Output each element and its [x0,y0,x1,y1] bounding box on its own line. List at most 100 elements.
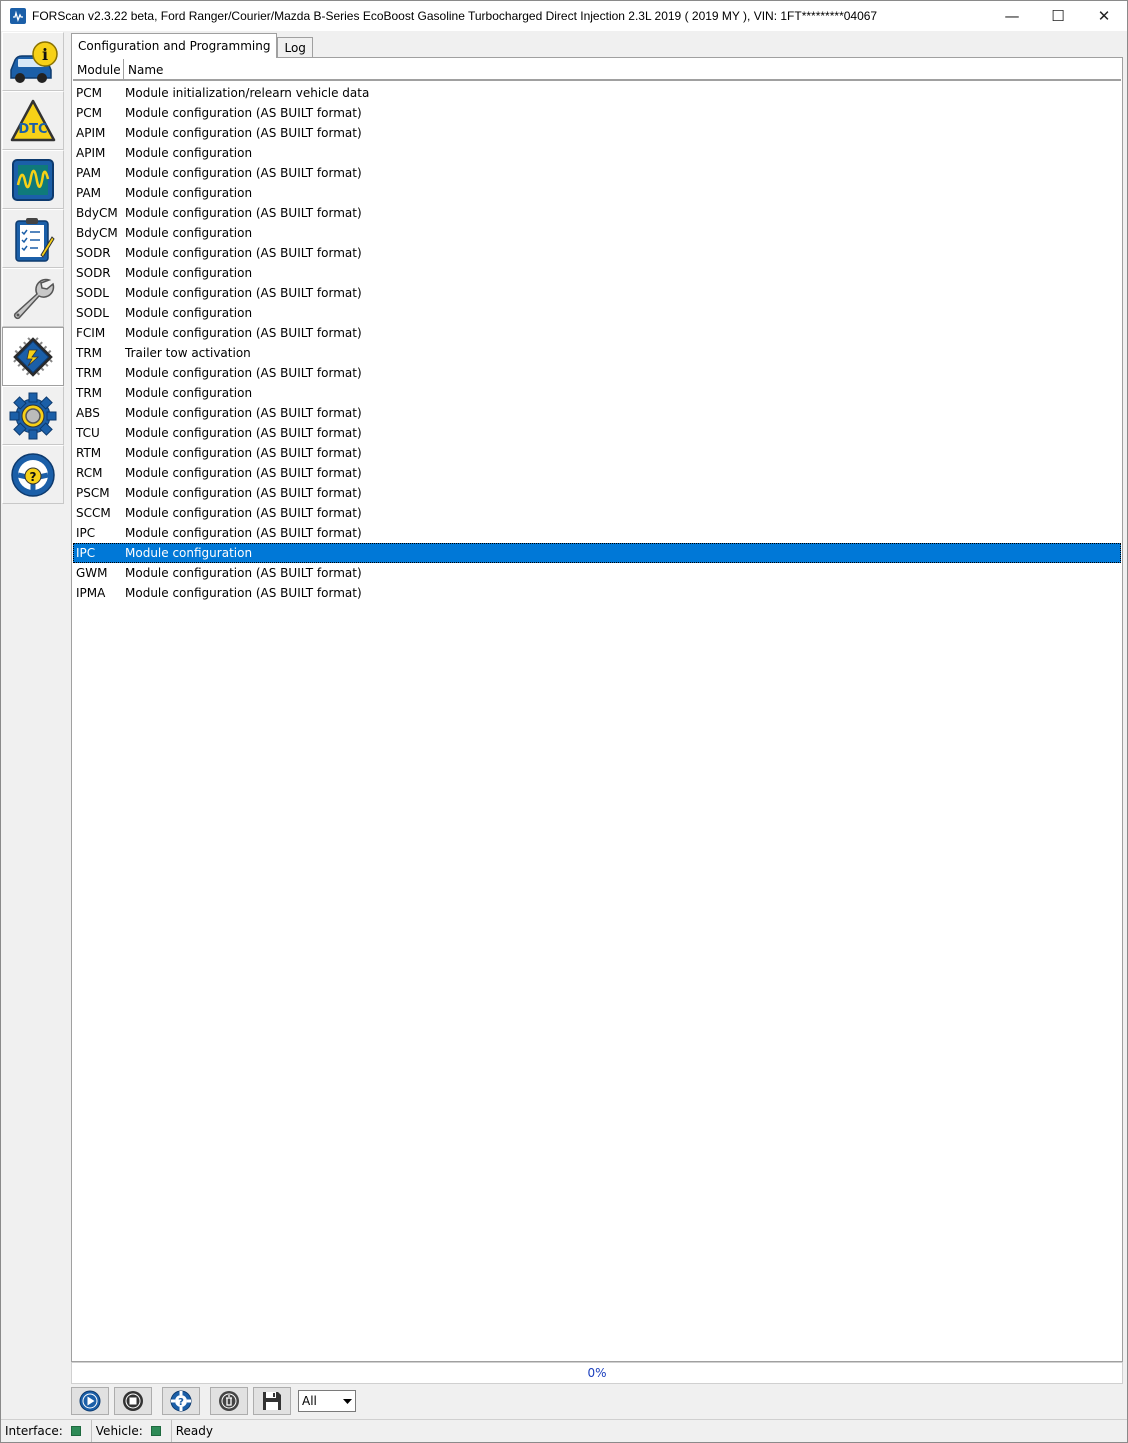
cell-module: PAM [76,166,102,180]
svg-text:DTC: DTC [18,122,47,137]
cell-name: Module configuration (AS BUILT format) [125,566,362,580]
filter-select[interactable]: All [298,1390,356,1412]
help-lifebuoy-icon: ? [170,1390,192,1412]
cell-module: SODL [76,306,109,320]
column-header-module[interactable]: Module [73,59,124,81]
cell-name: Module configuration (AS BUILT format) [125,246,362,260]
table-row[interactable]: SODL Module configuration (AS BUILT forma… [73,283,1121,303]
table-row[interactable]: ABS Module configuration (AS BUILT format… [73,403,1121,423]
stop-button[interactable] [114,1387,152,1415]
maximize-button[interactable]: ☐ [1035,1,1081,31]
cell-name: Module configuration (AS BUILT format) [125,586,362,600]
table-row[interactable]: APIM Module configuration (AS BUILT forma… [73,123,1121,143]
table-row[interactable]: IPC Module configuration (AS BUILT format… [73,523,1121,543]
status-text: Ready [175,1424,214,1438]
cell-name: Module configuration (AS BUILT format) [125,106,362,120]
progress-bar: 0% [71,1362,1123,1384]
sidebar: i DTC ? [2,32,64,504]
table-row[interactable]: PCM Module initialization/relearn vehicle… [73,83,1121,103]
table-row[interactable]: PSCM Module configuration (AS BUILT forma… [73,483,1121,503]
cell-name: Trailer tow activation [125,346,251,360]
cell-module: APIM [76,146,106,160]
steering-help-icon: ? [11,452,55,497]
tab-configuration-and-programming[interactable]: Configuration and Programming [71,33,278,58]
sidebar-item-settings[interactable] [2,386,64,445]
progress-label: 0% [587,1366,607,1380]
svg-text:?: ? [178,1397,184,1408]
bottom-toolbar: ? All [71,1386,356,1416]
cell-name: Module configuration (AS BUILT format) [125,526,362,540]
table-row[interactable]: IPC Module configuration [73,543,1121,563]
cell-name: Module configuration [125,306,253,320]
table-row[interactable]: IPMA Module configuration (AS BUILT forma… [73,583,1121,603]
table-row[interactable]: SODL Module configuration [73,303,1121,323]
save-button[interactable] [253,1387,291,1415]
forscan-app-icon [10,8,26,24]
cell-module: BdyCM [76,206,118,220]
play-icon [79,1390,101,1412]
sidebar-item-dtc[interactable]: DTC [2,91,64,150]
close-button[interactable]: ✕ [1081,1,1127,31]
sidebar-item-oscilloscope[interactable] [2,150,64,209]
cell-module: SCCM [76,506,111,520]
table-row[interactable]: PAM Module configuration (AS BUILT format… [73,163,1121,183]
cell-name: Module configuration (AS BUILT format) [125,466,362,480]
table-row[interactable]: APIM Module configuration [73,143,1121,163]
table-row[interactable]: TCU Module configuration (AS BUILT format… [73,423,1121,443]
chevron-down-icon [339,1391,355,1411]
table-row[interactable]: BdyCM Module configuration (AS BUILT form… [73,203,1121,223]
column-header-name[interactable]: Name [124,59,1121,81]
cell-name: Module configuration [125,546,253,560]
cell-module: SODR [76,246,111,260]
status-text-cell: Ready [172,1420,217,1442]
sidebar-item-vehicle-info[interactable]: i [2,32,64,91]
cell-name: Module configuration (AS BUILT format) [125,406,362,420]
table-row[interactable]: SODR Module configuration [73,263,1121,283]
checklist-icon [15,217,55,262]
dtc-warning-icon: DTC [10,99,56,141]
cell-name: Module configuration (AS BUILT format) [125,426,362,440]
cell-module: RTM [76,446,102,460]
save-icon [263,1392,281,1410]
table-row[interactable]: SCCM Module configuration (AS BUILT forma… [73,503,1121,523]
clear-button[interactable] [210,1387,248,1415]
sidebar-item-help[interactable]: ? [2,445,64,504]
cell-module: IPMA [76,586,106,600]
table-row[interactable]: SODR Module configuration (AS BUILT forma… [73,243,1121,263]
table-row[interactable]: RTM Module configuration (AS BUILT format… [73,443,1121,463]
table-row[interactable]: TRM Module configuration [73,383,1121,403]
cell-module: APIM [76,126,106,140]
tab-bar: Configuration and Programming Log [71,33,313,58]
table-row[interactable]: FCIM Module configuration (AS BUILT forma… [73,323,1121,343]
table-row[interactable]: GWM Module configuration (AS BUILT format… [73,563,1121,583]
run-button[interactable] [71,1387,109,1415]
cell-module: ABS [76,406,100,420]
table-row[interactable]: PAM Module configuration [73,183,1121,203]
help-button[interactable]: ? [162,1387,200,1415]
cell-name: Module configuration [125,146,253,160]
vehicle-label: Vehicle: [95,1424,143,1438]
sidebar-item-service[interactable] [2,268,64,327]
table-row[interactable]: RCM Module configuration (AS BUILT format… [73,463,1121,483]
cell-module: IPC [76,526,96,540]
table-row[interactable]: TRM Trailer tow activation [73,343,1121,363]
cell-module: TRM [76,386,103,400]
cell-name: Module configuration (AS BUILT format) [125,286,362,300]
tab-log[interactable]: Log [277,37,313,58]
chip-icon [13,336,53,377]
table-row[interactable]: TRM Module configuration (AS BUILT format… [73,363,1121,383]
status-bar: Interface: Vehicle: Ready [1,1419,1127,1442]
window-title: FORScan v2.3.22 beta, Ford Ranger/Courie… [32,9,878,23]
cell-name: Module configuration (AS BUILT format) [125,126,362,140]
vehicle-status: Vehicle: [92,1420,172,1442]
minimize-button[interactable]: — [989,1,1035,31]
table-row[interactable]: PCM Module configuration (AS BUILT format… [73,103,1121,123]
table-header: Module Name [73,59,1121,81]
cell-module: PCM [76,86,102,100]
cell-name: Module configuration (AS BUILT format) [125,446,362,460]
table-row[interactable]: BdyCM Module configuration [73,223,1121,243]
cell-module: PSCM [76,486,110,500]
sidebar-item-tests[interactable] [2,209,64,268]
sidebar-item-configuration[interactable] [2,327,64,386]
car-info-icon: i [10,40,58,83]
